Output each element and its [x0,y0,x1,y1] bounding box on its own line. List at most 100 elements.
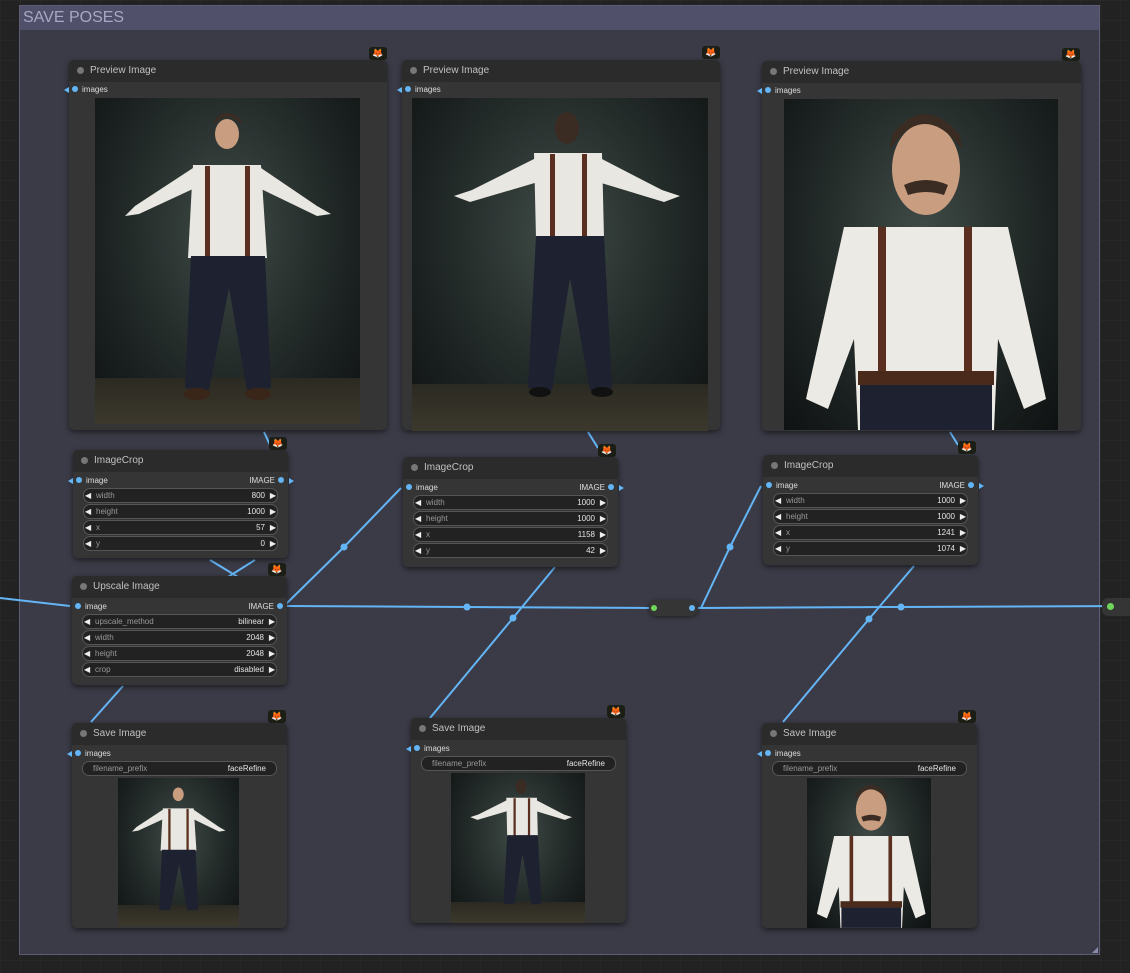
upscale-image-node[interactable]: Upscale Image image IMAGE ◀ upscale_metho… [72,576,287,685]
image-crop-node-2[interactable]: ImageCrop image IMAGE ◀ width 1000 ▶ ◀ heigh… [403,457,624,567]
height-widget[interactable]: ◀ height 1000 ▶ [413,511,608,526]
width-widget[interactable]: ◀ width 2048 ▶ [82,630,277,645]
width-widget[interactable]: ◀ width 800 ▶ [83,488,278,503]
crop-combo[interactable]: ◀ crop disabled ▶ [82,662,277,677]
decrement-arrow[interactable]: ◀ [84,647,90,660]
preview-image-node-3[interactable]: Preview Image images [757,61,1081,431]
decrement-arrow[interactable]: ◀ [415,528,421,541]
filename-prefix-field[interactable]: filename_prefix faceRefine [772,761,967,776]
fox-icon[interactable]: 🦊 [268,710,286,723]
collapse-dot[interactable] [419,725,426,732]
image-output-slot[interactable]: IMAGE [939,479,984,493]
decrement-arrow[interactable]: ◀ [84,663,90,676]
image-output-slot[interactable]: IMAGE [579,481,624,495]
decrement-arrow[interactable]: ◀ [85,521,91,534]
decrement-arrow[interactable]: ◀ [775,526,781,539]
fox-icon[interactable]: 🦊 [702,46,720,59]
increment-arrow[interactable]: ▶ [270,521,276,534]
save-image-node-1[interactable]: Save Image images filename_prefix faceRef… [67,723,287,928]
node-title[interactable]: Save Image [762,723,977,745]
y-widget[interactable]: ◀ y 1074 ▶ [773,541,968,556]
increment-arrow[interactable]: ▶ [600,528,606,541]
collapse-dot[interactable] [770,730,777,737]
fox-icon[interactable]: 🦊 [598,444,616,457]
increment-arrow[interactable]: ▶ [269,631,275,644]
increment-arrow[interactable]: ▶ [269,647,275,660]
node-title[interactable]: ImageCrop [403,457,618,479]
image-output-slot[interactable]: IMAGE [248,600,287,614]
preview-image-node-1[interactable]: Preview Image images [64,60,387,430]
decrement-arrow[interactable]: ◀ [775,494,781,507]
decrement-arrow[interactable]: ◀ [415,512,421,525]
images-input-slot[interactable]: images [757,747,801,761]
image-input-slot[interactable]: image [403,481,438,495]
fox-icon[interactable]: 🦊 [607,705,625,718]
node-title[interactable]: ImageCrop [73,450,288,472]
images-input-slot[interactable]: images [64,83,108,97]
collapse-dot[interactable] [410,67,417,74]
node-title[interactable]: Preview Image [762,61,1081,83]
image-crop-node-3[interactable]: ImageCrop image IMAGE ◀ width 1000 ▶ ◀ heigh… [763,455,984,565]
images-input-slot[interactable]: images [397,83,441,97]
increment-arrow[interactable]: ▶ [600,496,606,509]
images-input-slot[interactable]: images [757,84,801,98]
decrement-arrow[interactable]: ◀ [415,544,421,557]
height-widget[interactable]: ◀ height 1000 ▶ [773,509,968,524]
decrement-arrow[interactable]: ◀ [84,631,90,644]
decrement-arrow[interactable]: ◀ [85,505,91,518]
x-widget[interactable]: ◀ x 1158 ▶ [413,527,608,542]
image-input-slot[interactable]: image [68,474,108,488]
node-title[interactable]: Save Image [72,723,287,745]
reroute-output-dot[interactable] [689,605,695,611]
images-input-slot[interactable]: images [406,742,450,756]
width-widget[interactable]: ◀ width 1000 ▶ [773,493,968,508]
collapse-dot[interactable] [770,68,777,75]
group-resize-handle[interactable] [1092,947,1098,953]
image-input-slot[interactable]: image [72,600,107,614]
x-widget[interactable]: ◀ x 1241 ▶ [773,525,968,540]
preview-image-node-2[interactable]: Preview Image images [397,60,720,431]
node-title[interactable]: Preview Image [69,60,387,82]
node-title[interactable]: ImageCrop [763,455,978,477]
y-widget[interactable]: ◀ y 42 ▶ [413,543,608,558]
height-widget[interactable]: ◀ height 2048 ▶ [82,646,277,661]
filename-prefix-field[interactable]: filename_prefix faceRefine [82,761,277,776]
width-widget[interactable]: ◀ width 1000 ▶ [413,495,608,510]
group-title[interactable]: SAVE POSES [20,6,1099,30]
fox-icon[interactable]: 🦊 [269,437,287,450]
height-widget[interactable]: ◀ height 1000 ▶ [83,504,278,519]
fox-icon[interactable]: 🦊 [268,563,286,576]
node-title[interactable]: Preview Image [402,60,720,82]
collapse-dot[interactable] [80,583,87,590]
y-widget[interactable]: ◀ y 0 ▶ [83,536,278,551]
collapse-dot[interactable] [77,67,84,74]
reroute-input-dot[interactable] [651,605,657,611]
save-image-node-2[interactable]: Save Image images filename_prefix faceRef… [406,718,626,923]
fox-icon[interactable]: 🦊 [369,47,387,60]
increment-arrow[interactable]: ▶ [960,526,966,539]
decrement-arrow[interactable]: ◀ [415,496,421,509]
reroute-node[interactable] [649,600,698,616]
decrement-arrow[interactable]: ◀ [775,510,781,523]
collapse-dot[interactable] [81,457,88,464]
collapse-dot[interactable] [411,464,418,471]
increment-arrow[interactable]: ▶ [960,494,966,507]
image-crop-node-1[interactable]: ImageCrop image IMAGE ◀ width 800 ▶ ◀ height… [68,450,294,558]
increment-arrow[interactable]: ▶ [269,663,275,676]
fox-icon[interactable]: 🦊 [1062,48,1080,61]
images-input-slot[interactable]: images [67,747,111,761]
increment-arrow[interactable]: ▶ [600,512,606,525]
decrement-arrow[interactable]: ◀ [84,615,90,628]
collapse-dot[interactable] [80,730,87,737]
increment-arrow[interactable]: ▶ [960,510,966,523]
filename-prefix-field[interactable]: filename_prefix faceRefine [421,756,616,771]
decrement-arrow[interactable]: ◀ [85,537,91,550]
fox-icon[interactable]: 🦊 [958,441,976,454]
fox-icon[interactable]: 🦊 [958,710,976,723]
increment-arrow[interactable]: ▶ [270,537,276,550]
image-input-slot[interactable]: image [763,479,798,493]
node-title[interactable]: Upscale Image [72,576,287,598]
collapse-dot[interactable] [771,462,778,469]
output-link-dot[interactable] [1107,603,1114,610]
increment-arrow[interactable]: ▶ [270,505,276,518]
